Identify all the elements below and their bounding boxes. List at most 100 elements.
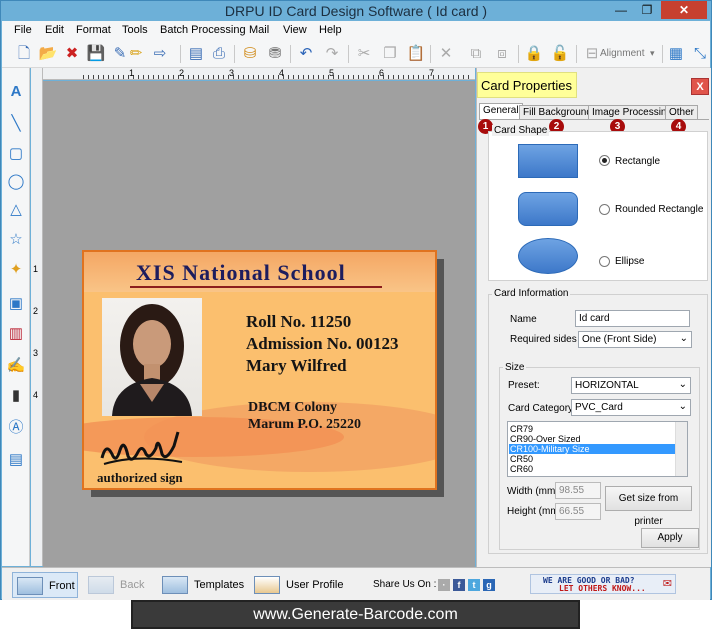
signature-tool-icon[interactable]: ✍ (6, 356, 26, 376)
copy-icon[interactable]: ❐ (380, 44, 400, 64)
preset-select[interactable]: HORIZONTAL ⌄ (571, 377, 691, 394)
edit-icon[interactable]: ✏ (126, 44, 146, 64)
menu-file[interactable]: File (14, 24, 32, 36)
required-sides-label: Required sides (510, 334, 577, 345)
menu-view[interactable]: View (283, 24, 307, 36)
menu-format[interactable]: Format (76, 24, 111, 36)
radio-rounded-rectangle[interactable] (599, 204, 610, 215)
new-file-icon[interactable]: 🗋 (14, 44, 34, 64)
user-profile-button[interactable]: User Profile (254, 572, 343, 598)
star-tool-icon[interactable]: ☆ (6, 230, 26, 250)
tab-fill-background[interactable]: Fill Background (519, 105, 596, 120)
delete-icon[interactable]: ✕ (436, 44, 456, 64)
watermark-tool-icon[interactable]: Ⓐ (6, 418, 26, 438)
twitter-icon[interactable]: t (468, 579, 480, 591)
open-folder-icon[interactable]: 📂 (38, 44, 58, 64)
save-icon[interactable]: 💾 (86, 44, 106, 64)
front-side-button[interactable]: Front (12, 572, 78, 598)
radio-ellipse[interactable] (599, 256, 610, 267)
lock-icon[interactable]: 🔒 (524, 44, 544, 64)
signature-caption: authorized sign (97, 470, 183, 485)
google-plus-icon[interactable]: g (483, 579, 495, 591)
required-sides-select[interactable]: One (Front Side) ⌄ (578, 331, 692, 348)
background-tool-icon[interactable]: ▤ (6, 450, 26, 470)
templates-icon (162, 576, 188, 595)
alignment-icon[interactable]: ⊟ (582, 44, 602, 64)
ellipse-shape-preview[interactable] (518, 238, 578, 274)
card-size-list[interactable]: CR79 CR90-Over Sized CR100-Military Size… (507, 421, 688, 477)
list-item[interactable]: CR50 (509, 454, 675, 464)
close-window-button[interactable]: ✕ (661, 1, 707, 19)
share-icon[interactable]: · (438, 579, 450, 591)
get-size-from-printer-button[interactable]: Get size from printer (605, 486, 692, 527)
menu-bar: File Edit Format Tools Batch Processing … (2, 21, 710, 40)
tab-general[interactable]: General (479, 103, 523, 120)
barcode-tool-icon[interactable]: ▮ (6, 386, 26, 406)
list-item[interactable]: CR79 (509, 424, 675, 434)
back-side-button[interactable]: Back (88, 572, 144, 598)
panel-title: Card Properties (477, 72, 577, 98)
line-tool-icon[interactable]: ╲ (6, 114, 26, 134)
radio-rectangle[interactable] (599, 155, 610, 166)
export-icon[interactable]: ⇨ (150, 44, 170, 64)
feedback-banner[interactable]: WE ARE GOOD OR BAD? LET OTHERS KNOW... ✉ (530, 574, 676, 594)
database-icon[interactable]: ⛁ (240, 44, 260, 64)
redo-icon[interactable]: ↷ (322, 44, 342, 64)
list-scrollbar[interactable] (675, 422, 687, 476)
triangle-tool-icon[interactable]: △ (6, 200, 26, 220)
text-tool-icon[interactable]: A (6, 82, 26, 102)
paste-icon[interactable]: 📋 (406, 44, 426, 64)
zoom-icon[interactable]: ⤡ (690, 44, 710, 64)
ungroup-icon[interactable]: ⧈ (492, 44, 512, 64)
library-tool-icon[interactable]: ▥ (6, 324, 26, 344)
roll-number: Roll No. 11250 (246, 312, 352, 331)
user-profile-icon (254, 576, 280, 595)
undo-icon[interactable]: ↶ (296, 44, 316, 64)
grid-icon[interactable]: ▦ (666, 44, 686, 64)
toolbar: 🗋 📂 ✖ 💾 ✎ ✏ ⇨ ▤ ⎙ ⛁ ⛃ ↶ ↷ ✂ ❐ 📋 ✕ ⧉ ⧈ 🔒 … (2, 40, 710, 68)
chevron-down-icon[interactable]: ▾ (650, 48, 655, 59)
ellipse-tool-icon[interactable]: ◯ (6, 172, 26, 192)
list-item[interactable]: CR90-Over Sized (509, 434, 675, 444)
image-tool-icon[interactable]: ▣ (6, 294, 26, 314)
name-input[interactable]: Id card (575, 310, 690, 327)
website-banner: www.Generate-Barcode.com (131, 600, 580, 629)
card-category-select[interactable]: PVC_Card ⌄ (571, 399, 691, 416)
tab-other[interactable]: Other (665, 105, 699, 120)
maximize-button[interactable]: ❐ (635, 1, 659, 19)
close-file-icon[interactable]: ✖ (62, 44, 82, 64)
apply-button[interactable]: Apply (641, 528, 699, 548)
rectangle-shape-preview[interactable] (518, 144, 578, 178)
close-panel-button[interactable]: X (691, 78, 709, 95)
list-item-selected[interactable]: CR100-Military Size (509, 444, 675, 454)
label-rectangle: Rectangle (615, 156, 661, 167)
symbol-tool-icon[interactable]: ✦ (6, 260, 26, 280)
menu-edit[interactable]: Edit (45, 24, 64, 36)
tab-image-processing[interactable]: Image Processing (588, 105, 677, 120)
address-line-2: Marum P.O. 25220 (248, 417, 362, 432)
group-icon[interactable]: ⧉ (466, 44, 486, 64)
menu-batch-processing[interactable]: Batch Processing (160, 24, 246, 36)
templates-button[interactable]: Templates (162, 572, 244, 598)
feedback-icon: ✉ (662, 578, 672, 590)
unlock-icon[interactable]: 🔓 (550, 44, 570, 64)
student-photo[interactable] (102, 298, 202, 416)
menu-help[interactable]: Help (319, 24, 342, 36)
height-input[interactable]: 66.55 (555, 503, 601, 520)
width-input[interactable]: 98.55 (555, 482, 601, 499)
rectangle-tool-icon[interactable]: ▢ (6, 144, 26, 164)
minimize-button[interactable]: — (609, 1, 633, 19)
facebook-icon[interactable]: f (453, 579, 465, 591)
cut-icon[interactable]: ✂ (354, 44, 374, 64)
signature-image (98, 424, 188, 473)
id-card[interactable]: XIS National School Roll No. 11250 Admis… (82, 250, 437, 490)
alignment-dropdown[interactable]: Alignment (600, 48, 644, 59)
print-preview-icon[interactable]: ▤ (186, 44, 206, 64)
menu-mail[interactable]: Mail (249, 24, 269, 36)
list-item[interactable]: CR60 (509, 464, 675, 474)
print-icon[interactable]: ⎙ (209, 44, 229, 64)
name-label: Name (510, 314, 537, 325)
database-settings-icon[interactable]: ⛃ (265, 44, 285, 64)
menu-tools[interactable]: Tools (122, 24, 148, 36)
rounded-rectangle-shape-preview[interactable] (518, 192, 578, 226)
